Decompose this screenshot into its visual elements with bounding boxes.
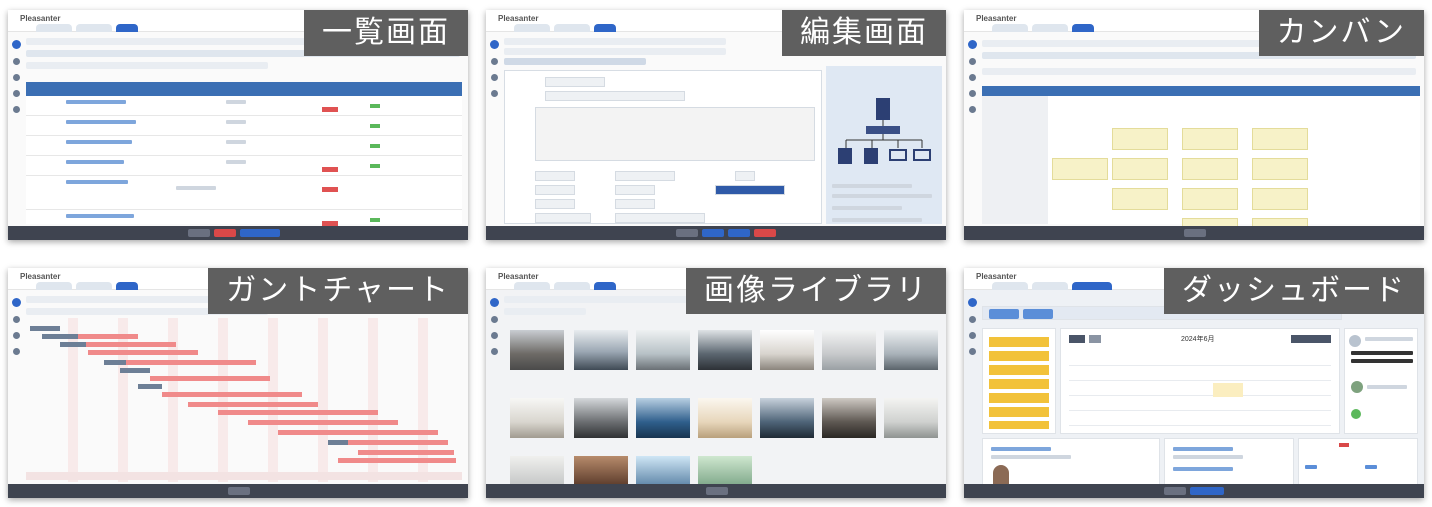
photo-thumbnail[interactable] (822, 398, 876, 438)
panel-label-kanban: カンバン (1258, 10, 1424, 56)
calendar-title: 2024年6月 (1181, 336, 1215, 343)
photo-thumbnail[interactable] (574, 330, 628, 370)
list-widget (1298, 438, 1418, 488)
app-logo: Pleasanter (20, 14, 61, 23)
sidebar-icons (489, 298, 499, 355)
photo-thumbnail[interactable] (698, 330, 752, 370)
sidebar-icons (11, 40, 21, 113)
notice-widget (1344, 328, 1418, 434)
app-logo: Pleasanter (498, 14, 539, 23)
list-widget (982, 438, 1160, 488)
photo-thumbnail[interactable] (636, 398, 690, 438)
record-table (26, 82, 462, 240)
photo-thumbnail[interactable] (822, 330, 876, 370)
action-footer (486, 226, 946, 240)
action-footer (8, 484, 468, 498)
app-logo: Pleasanter (976, 272, 1017, 281)
photo-thumbnail[interactable] (884, 398, 938, 438)
action-footer (486, 484, 946, 498)
photo-thumbnail[interactable] (574, 398, 628, 438)
panel-label-gantt: ガントチャート (208, 268, 468, 314)
photo-thumbnail[interactable] (510, 456, 564, 486)
screenshot-list-view: Pleasanter 一覧画面 (8, 10, 468, 240)
panel-label-library: 画像ライブラリ (686, 268, 946, 314)
screenshot-dashboard-view: Pleasanter 2024年6月 ダッシュボード (964, 268, 1424, 498)
photo-thumbnail[interactable] (636, 456, 690, 486)
action-footer (964, 484, 1424, 498)
photo-thumbnail[interactable] (760, 398, 814, 438)
screenshot-edit-view: Pleasanter 編集画面 (486, 10, 946, 240)
panel-label-dashboard: ダッシュボード (1164, 268, 1424, 314)
screenshot-gantt-view: Pleasanter ガントチャート (8, 268, 468, 498)
edit-form (504, 70, 822, 240)
calendar-widget: 2024年6月 (1060, 328, 1340, 434)
photo-thumbnail[interactable] (636, 330, 690, 370)
screenshot-image-library-view: Pleasanter 画像ライブラリ (486, 268, 946, 498)
network-diagram-image (838, 98, 931, 164)
panel-label-list: 一覧画面 (304, 10, 468, 56)
photo-thumbnail[interactable] (510, 398, 564, 438)
sidebar-icons (967, 298, 977, 355)
app-logo: Pleasanter (20, 272, 61, 281)
screenshot-kanban-view: Pleasanter カンバン (964, 10, 1424, 240)
action-footer (964, 226, 1424, 240)
action-footer (8, 226, 468, 240)
app-logo: Pleasanter (976, 14, 1017, 23)
history-pane (826, 66, 942, 224)
list-widget (1164, 438, 1294, 488)
app-logo: Pleasanter (498, 272, 539, 281)
sidebar-icons (489, 40, 499, 97)
panel-label-edit: 編集画面 (782, 10, 946, 56)
sidebar-icons (11, 298, 21, 355)
photo-thumbnail[interactable] (760, 330, 814, 370)
photo-thumbnail[interactable] (510, 330, 564, 370)
photo-thumbnail[interactable] (698, 398, 752, 438)
sidebar-icons (967, 40, 977, 113)
photo-thumbnail[interactable] (698, 456, 752, 486)
photo-thumbnail[interactable] (884, 330, 938, 370)
kanban-board (982, 86, 1420, 240)
menu-widget (982, 328, 1056, 434)
photo-thumbnail[interactable] (574, 456, 628, 486)
